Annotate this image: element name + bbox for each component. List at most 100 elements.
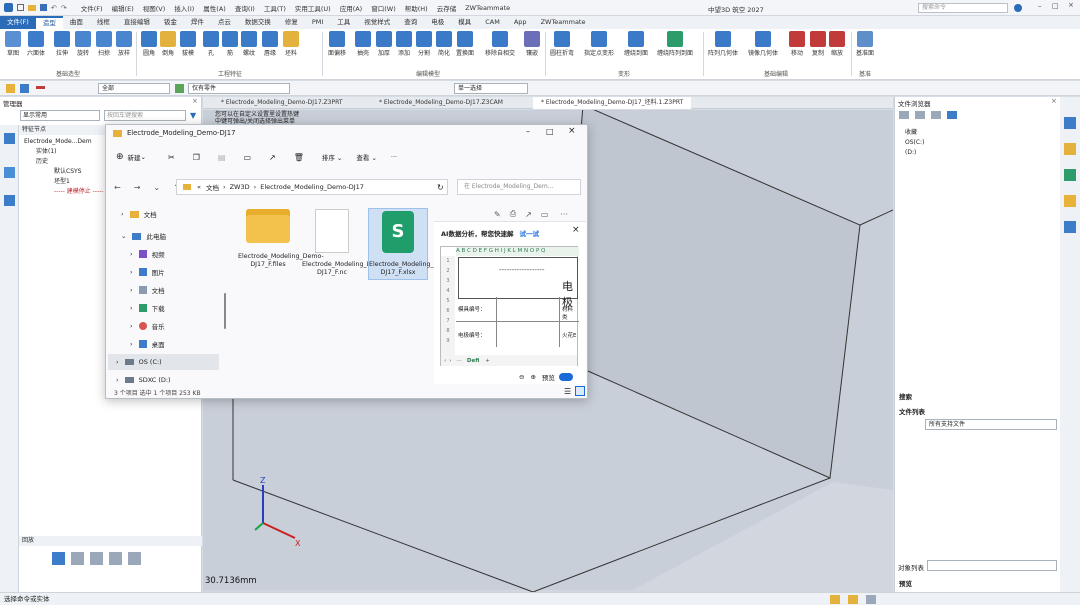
menu-cloud[interactable]: 云存储 [437,3,457,13]
sweep-button[interactable]: 扫掠 [96,31,112,57]
view-mode-icon[interactable] [830,595,840,604]
undo-select-icon[interactable] [36,86,45,89]
nav-pictures[interactable]: › 图片 [130,264,226,280]
search-section[interactable]: 搜索 [899,391,912,401]
delete-icon[interactable]: 🗑 [294,153,304,162]
part-filter-combo[interactable]: 仅有零件 [188,83,290,94]
close-button[interactable]: × [568,126,576,136]
doc-tab-cam[interactable]: * Electrode_Modeling_Demo-DJ17.Z3CAM [371,97,511,109]
object-list-combo[interactable] [927,560,1057,571]
open-icon[interactable] [28,4,36,11]
menu-tools[interactable]: 工具(T) [264,3,286,13]
tab-mold[interactable]: 模具 [451,16,478,29]
loft-button[interactable]: 放样 [116,31,132,57]
stock-button[interactable]: 坯料 [283,31,299,57]
tab-visual-style[interactable]: 视觉样式 [357,16,397,29]
menu-window[interactable]: 窗口(W) [371,3,396,13]
tab-sheetmetal[interactable]: 钣金 [157,16,184,29]
cylinder-bend-button[interactable]: 圆柱折弯 [550,31,574,57]
remove-self-intersect-button[interactable]: 移除自相交 [485,31,515,57]
tree-blank[interactable]: 坯型1 [54,177,70,187]
filter-icon[interactable] [20,84,29,93]
thicken-button[interactable]: 加厚 [376,31,392,57]
tab-file[interactable]: 文件(F) [0,16,36,29]
file-item-xlsx[interactable]: S Electrode_Modeling_Demo-DJ17_F.xlsx [368,208,455,280]
tree-default-csys[interactable]: 默认CSYS [54,167,81,177]
tree-stop-marker[interactable]: ----- 建模停止 ----- [54,187,103,197]
minimize-button[interactable]: – [1038,2,1042,10]
share-icon[interactable]: ↗ [525,210,532,219]
point-deform-button[interactable]: 指定点变形 [584,31,614,57]
tab-surface[interactable]: 曲面 [63,16,90,29]
nav-docs-pinned[interactable]: › 文档 [121,206,217,222]
sketch-button[interactable]: 草图 [5,31,21,57]
maximize-button[interactable]: □ [546,127,554,136]
breadcrumb-zw3d[interactable]: ZW3D [230,183,250,191]
file-item-folder[interactable]: Electrode_Modeling_Demo-DJ17_F.files [238,209,324,269]
scale-button[interactable]: 缩放 [829,31,845,57]
details-view-icon[interactable]: ☰ [564,387,571,396]
select-icon[interactable] [6,84,15,93]
history-icon[interactable] [4,167,15,178]
help-icon[interactable] [1014,4,1022,12]
view-button[interactable]: 查看 ⌄ [356,152,377,162]
menu-utilities[interactable]: 实用工具(U) [295,3,331,13]
add-sheet-icon[interactable]: + [485,358,490,364]
minimize-button[interactable]: – [526,127,530,136]
add-button[interactable]: 添加 [396,31,412,57]
tree-root[interactable]: Electrode_Mode...Dem [24,137,92,147]
maximize-button[interactable]: □ [1052,2,1059,10]
lip-button[interactable]: 唇缘 [262,31,278,57]
nav-scrollbar[interactable] [224,293,226,329]
copy-button[interactable]: 复制 [810,31,826,57]
nav-drive-c[interactable]: › OS (C:) [108,354,219,370]
revolve-button[interactable]: 旋转 [75,31,91,57]
menu-insert[interactable]: 插入(I) [174,3,194,13]
paste-icon[interactable]: ▤ [218,153,226,162]
move-button[interactable]: 移动 [789,31,805,57]
command-search[interactable]: 搜索命令 [918,3,1008,13]
explorer-search-input[interactable]: 在 Electrode_Modeling_Dem... [457,179,581,195]
display-combo[interactable]: 显示常用 [20,110,100,121]
tab-tools[interactable]: 工具 [330,16,357,29]
zoom-in-icon[interactable]: ⊕ [530,373,535,381]
wrap-pattern-button[interactable]: 缠绕阵列到面 [657,31,693,57]
menu-view[interactable]: 视图(V) [143,3,166,13]
menu-attribute[interactable]: 属性(A) [203,3,226,13]
nav-drive-d[interactable]: › SDXC (D:) [116,372,212,388]
tab-modeling[interactable]: 造型 [35,16,63,29]
browser-favorites[interactable]: 收藏 [905,128,917,138]
zoom-out-icon[interactable]: ⊖ [519,373,524,381]
fillet-button[interactable]: 圆角 [141,31,157,57]
tab-repair[interactable]: 修复 [278,16,305,29]
preview-toggle[interactable] [558,373,573,381]
try-link[interactable]: 试一试 [519,228,539,238]
open-with-icon[interactable]: ▭ [541,210,549,219]
extrude-button[interactable]: 拉伸 [54,31,70,57]
tab-electrode[interactable]: 电极 [424,16,451,29]
tab-pointcloud[interactable]: 点云 [211,16,238,29]
tiles-view-icon[interactable] [575,386,585,396]
breadcrumb-folder[interactable]: Electrode_Modeling_Demo-DJ17 [260,183,364,191]
tab-wireframe[interactable]: 线框 [90,16,117,29]
tab-data-exchange[interactable]: 数据交换 [238,16,278,29]
folder-icon[interactable] [1064,195,1076,207]
tab-pmi[interactable]: PMI [305,16,330,29]
funnel-icon[interactable]: ▼ [190,111,196,120]
preview-section[interactable]: 预览 [899,578,912,588]
tab-cam[interactable]: CAM [478,16,507,29]
nav-videos[interactable]: › 视频 [130,246,226,262]
rewind-icon[interactable] [109,552,122,565]
nav-music[interactable]: › 音乐 [130,318,226,334]
emboss-button[interactable]: 镶嵌 [524,31,540,57]
hole-button[interactable]: 孔 [203,31,219,57]
file-list-section[interactable]: 文件列表 [899,406,925,416]
next-sheet-icon[interactable]: › [449,358,451,364]
prev-sheet-icon[interactable]: ‹ [444,358,446,364]
doc-tab-stock[interactable]: * Electrode_Modeling_Demo-DJ17_坯料.1.Z3PR… [533,97,692,109]
tab-teammate[interactable]: ZWTeammate [534,16,593,29]
save-icon[interactable] [40,4,47,11]
single-select-combo[interactable]: 单一选择 [454,83,528,94]
back-icon[interactable] [899,111,909,119]
forward-icon[interactable]: → [134,183,141,192]
